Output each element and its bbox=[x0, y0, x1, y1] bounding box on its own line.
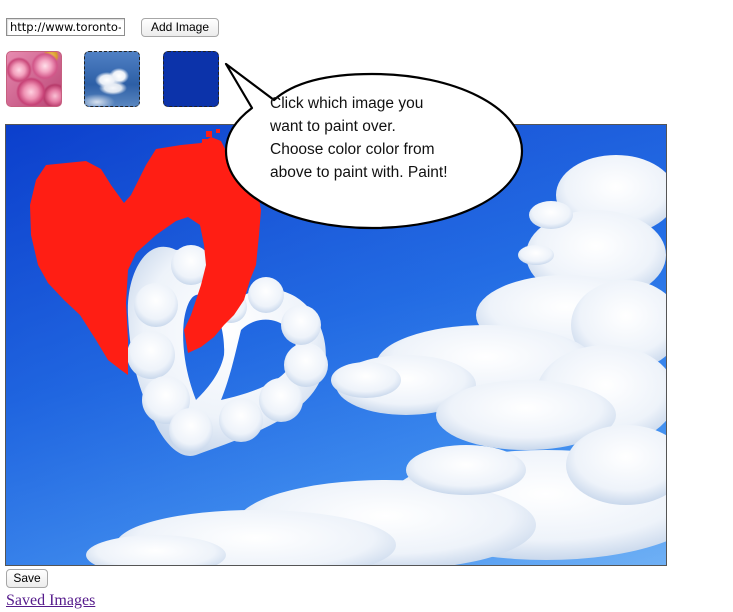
paint-app: Add Image bbox=[0, 0, 733, 612]
speech-bubble-text: Click which image you want to paint over… bbox=[270, 92, 510, 184]
image-url-input[interactable] bbox=[6, 18, 125, 36]
bubble-line-3: Choose color color from bbox=[270, 141, 435, 158]
thumbnail-roses-image[interactable] bbox=[6, 51, 62, 107]
thumbnail-clouds-image[interactable] bbox=[84, 51, 140, 107]
saved-images-link[interactable]: Saved Images bbox=[6, 592, 95, 610]
bubble-line-4: above to paint with. Paint! bbox=[270, 164, 448, 181]
bubble-line-2: want to paint over. bbox=[270, 118, 396, 135]
thumbnail-blue-color-swatch[interactable] bbox=[163, 51, 219, 107]
bubble-line-1: Click which image you bbox=[270, 95, 424, 112]
add-image-button[interactable]: Add Image bbox=[141, 18, 219, 37]
save-button[interactable]: Save bbox=[6, 569, 48, 588]
